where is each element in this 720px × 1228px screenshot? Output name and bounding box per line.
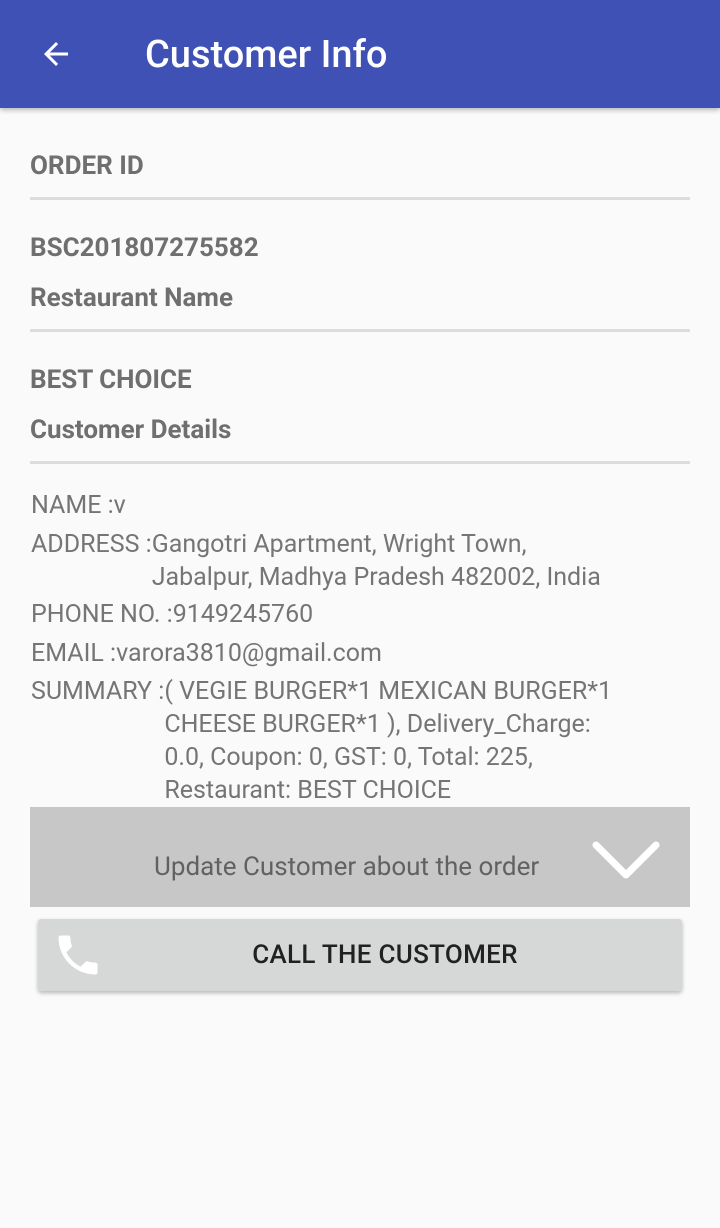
restaurant-name-label: Restaurant Name [30,283,233,313]
address-line: Jabalpur, Madhya Pradesh 482002, India [151,563,601,592]
phone-key: PHONE NO. : [31,600,173,629]
email-value: varora3810@gmail.com [116,639,382,668]
summary-line: ( VEGIE BURGER*1 MEXICAN BURGER*1 [164,677,613,706]
divider [30,461,690,464]
name-key: NAME : [31,491,114,520]
customer-address: ADDRESS :Gangotri Apartment, Wright Town… [31,528,601,594]
call-customer-button[interactable]: CALL THE CUSTOMER [38,919,682,991]
summary-line: 0.0, Coupon: 0, GST: 0, Total: 225, [164,743,533,772]
call-customer-label: CALL THE CUSTOMER [252,940,518,970]
address-value: Gangotri Apartment, Wright Town, Jabalpur… [152,528,601,594]
back-button[interactable] [20,18,92,90]
arrow-back-icon [44,42,68,66]
chevron-down-icon[interactable] [590,837,662,885]
page-title: Customer Info [145,33,388,77]
phone-value: 9149245760 [172,600,314,629]
app-bar: Customer Info [0,0,720,108]
order-id-value: BSC201807275582 [30,233,259,263]
summary-value: ( VEGIE BURGER*1 MEXICAN BURGER*1 CHEESE … [164,675,612,807]
customer-phone: PHONE NO. :9149245760 [31,598,313,631]
address-key: ADDRESS : [31,530,152,559]
address-line: Gangotri Apartment, Wright Town, [151,530,527,559]
divider [30,197,690,200]
order-summary: SUMMARY :( VEGIE BURGER*1 MEXICAN BURGER… [31,675,612,807]
order-id-label: ORDER ID [30,151,144,181]
summary-line: CHEESE BURGER*1 ), Delivery_Charge: [164,710,591,739]
customer-email: EMAIL :varora3810@gmail.com [31,637,382,670]
restaurant-name-value: BEST CHOICE [30,365,192,395]
summary-line: Restaurant: BEST CHOICE [164,776,452,805]
divider [30,329,690,332]
summary-key: SUMMARY : [31,677,165,706]
name-value: v [113,491,126,520]
email-key: EMAIL : [31,639,117,668]
customer-details-label: Customer Details [30,415,232,445]
customer-name: NAME :v [31,489,126,522]
update-customer-label: Update Customer about the order [154,852,540,882]
update-customer-dropdown[interactable]: Update Customer about the order [30,807,690,907]
